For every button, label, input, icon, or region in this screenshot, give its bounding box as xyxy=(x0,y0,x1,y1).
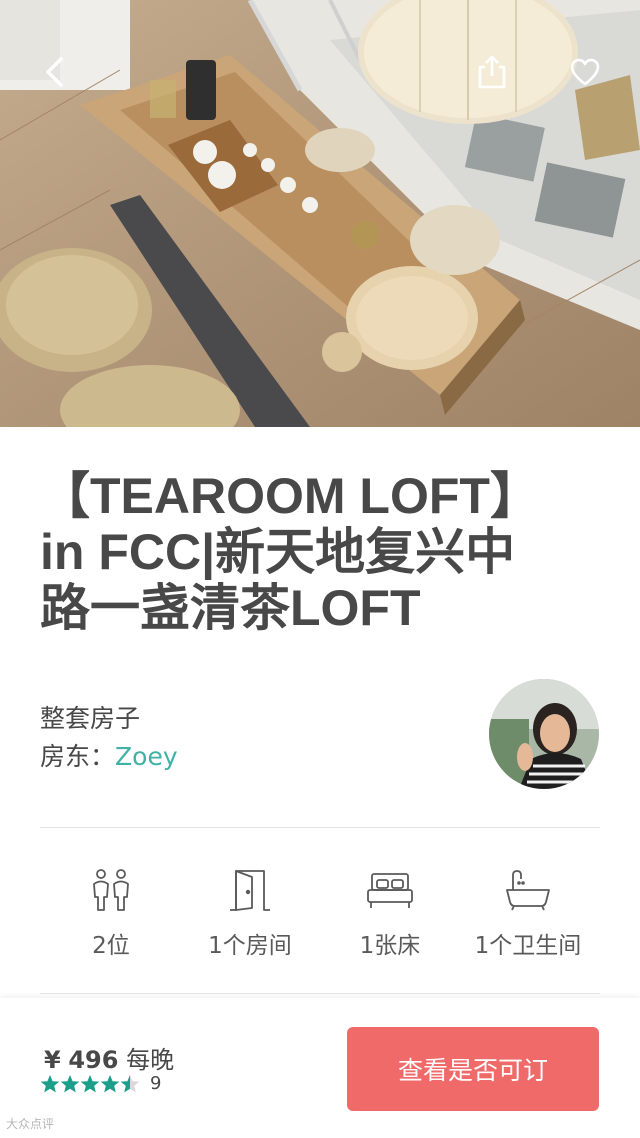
door-icon xyxy=(230,870,270,911)
app-watermark: 大众点评 xyxy=(6,1117,55,1131)
room-type: 整套房子 xyxy=(40,704,141,733)
listing-title: 【TEAROOM LOFT】 in FCC|新天地复兴中 路一盏清茶LOFT xyxy=(40,468,600,636)
host-label: 房东： xyxy=(40,742,116,771)
amenity-beds: 1张床 xyxy=(325,864,455,960)
section-divider-2 xyxy=(40,993,600,994)
amenity-guests: 2位 xyxy=(46,864,176,960)
amenity-bedrooms-label: 1个房间 xyxy=(208,933,292,959)
favorite-button[interactable] xyxy=(561,48,609,96)
heart-outline-icon xyxy=(570,58,600,86)
listing-title-line-3: 路一盏清茶LOFT xyxy=(40,580,421,636)
people-icon xyxy=(93,869,129,911)
bed-icon xyxy=(367,873,413,908)
review-count: 9 xyxy=(150,1073,162,1094)
price-amount: 496 xyxy=(68,1046,119,1074)
section-divider xyxy=(40,827,600,828)
share-icon xyxy=(478,55,506,89)
star-icon xyxy=(40,1074,60,1092)
amenity-bathrooms-label: 1个卫生间 xyxy=(474,933,582,959)
listing-title-line-1: 【TEAROOM LOFT】 xyxy=(40,468,540,524)
tearoom-photo-illustration xyxy=(0,0,640,427)
back-button[interactable] xyxy=(30,48,78,96)
price-currency: ¥ xyxy=(44,1046,61,1074)
host-avatar-image xyxy=(489,679,599,789)
share-button[interactable] xyxy=(468,48,516,96)
listing-title-line-2: in FCC|新天地复兴中 xyxy=(40,524,516,580)
star-icon xyxy=(60,1074,80,1092)
listing-photo[interactable] xyxy=(0,0,640,427)
rating-stars[interactable]: 9 xyxy=(40,1073,161,1094)
star-icon xyxy=(100,1074,120,1092)
amenity-guests-label: 2位 xyxy=(92,933,130,959)
host-avatar[interactable] xyxy=(489,679,599,789)
amenity-bedrooms: 1个房间 xyxy=(185,864,315,960)
host-name-link[interactable]: Zoey xyxy=(115,742,178,771)
chevron-left-icon xyxy=(46,57,63,87)
amenity-bathrooms: 1个卫生间 xyxy=(463,864,593,960)
check-availability-button[interactable]: 查看是否可订 xyxy=(347,1027,599,1111)
amenity-beds-label: 1张床 xyxy=(359,933,421,959)
price-per-night: ¥ 496 每晚 xyxy=(44,1040,174,1075)
star-icon xyxy=(80,1074,100,1092)
star-rating-icons xyxy=(40,1074,140,1092)
bathtub-icon xyxy=(506,870,550,911)
host-line: 房东：Zoey xyxy=(40,737,178,773)
price-unit: 每晚 xyxy=(126,1046,175,1074)
